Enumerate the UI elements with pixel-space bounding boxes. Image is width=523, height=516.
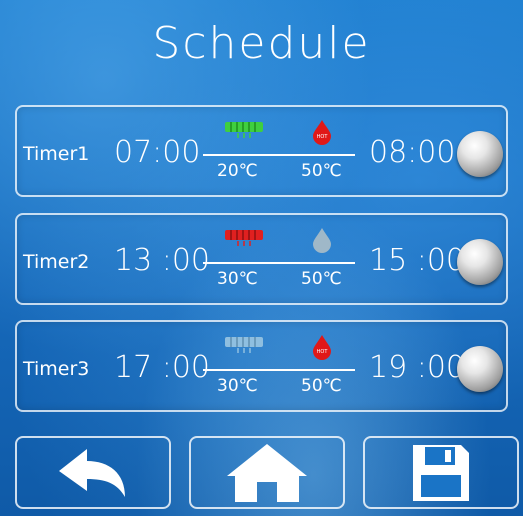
- start-time[interactable]: 07:00: [114, 135, 200, 170]
- home-button[interactable]: [189, 436, 345, 509]
- timer-row-1: Timer1 07:00 HOT 20℃ 50℃ 08:00: [15, 105, 508, 197]
- hot-water-drop-icon[interactable]: [311, 227, 333, 253]
- timeline-divider: [203, 369, 355, 371]
- heater-icon[interactable]: [224, 336, 264, 354]
- svg-text:HOT: HOT: [317, 134, 329, 140]
- high-temp-label: 50℃: [301, 161, 342, 181]
- high-temp-label: 50℃: [301, 376, 342, 396]
- high-temp-label: 50℃: [301, 269, 342, 289]
- home-icon: [227, 443, 307, 502]
- start-time[interactable]: 13 :00: [114, 243, 210, 278]
- page-title: Schedule: [152, 18, 371, 69]
- save-floppy-icon: [413, 444, 469, 501]
- timer-label: Timer1: [23, 143, 90, 165]
- timer-toggle[interactable]: [457, 239, 503, 285]
- back-button[interactable]: [15, 436, 171, 509]
- timer-row-3: Timer3 17 :00 HOT 30℃ 50℃ 19 :00: [15, 320, 508, 412]
- save-button[interactable]: [363, 436, 519, 509]
- hot-water-drop-icon[interactable]: HOT: [311, 334, 333, 360]
- svg-text:HOT: HOT: [317, 349, 329, 355]
- low-temp-label: 30℃: [217, 269, 258, 289]
- heater-icon[interactable]: [224, 229, 264, 247]
- timeline-divider: [203, 154, 355, 156]
- end-time[interactable]: 15 :00: [369, 243, 465, 278]
- hot-water-drop-icon[interactable]: HOT: [311, 119, 333, 145]
- low-temp-label: 30℃: [217, 376, 258, 396]
- timer-row-2: Timer2 13 :00 30℃ 50℃ 15 :00: [15, 213, 508, 305]
- timer-toggle[interactable]: [457, 346, 503, 392]
- low-temp-label: 20℃: [217, 161, 258, 181]
- timer-label: Timer3: [23, 358, 90, 380]
- timer-toggle[interactable]: [457, 131, 503, 177]
- heater-icon[interactable]: [224, 121, 264, 139]
- end-time[interactable]: 08:00: [369, 135, 455, 170]
- timer-label: Timer2: [23, 251, 90, 273]
- end-time[interactable]: 19 :00: [369, 350, 465, 385]
- timeline-divider: [203, 262, 355, 264]
- back-arrow-icon: [59, 448, 125, 497]
- start-time[interactable]: 17 :00: [114, 350, 210, 385]
